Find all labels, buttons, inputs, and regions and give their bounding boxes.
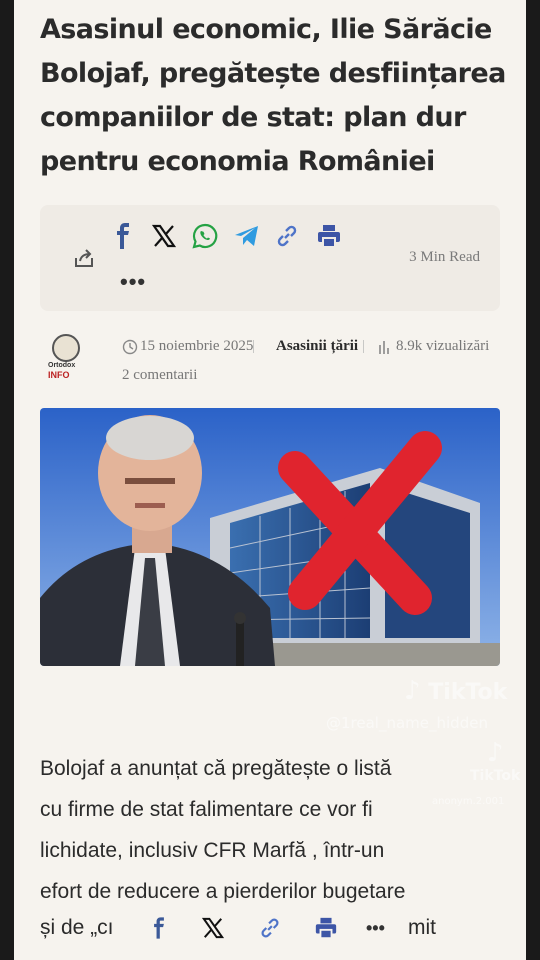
facebook-icon[interactable] [150, 916, 168, 940]
x-icon[interactable] [152, 224, 176, 248]
headline-line: companiilor de stat: plan dur [40, 102, 466, 133]
article-meta: Ortodox INFO 15 noiembrie 2025 | Asasini… [40, 330, 510, 390]
article-body: Bolojaf a anunțat că pregătește o listă … [40, 748, 510, 912]
facebook-icon[interactable] [112, 223, 134, 249]
tiktok-username: @1real_name_hidden [326, 714, 488, 732]
views-chart-icon [379, 341, 389, 354]
headline-line: pentru economia României [40, 146, 435, 177]
meta-separator: | [362, 338, 366, 354]
more-options-button[interactable]: ••• [120, 269, 146, 295]
author-link[interactable]: Asasinii țării [276, 338, 358, 355]
telegram-icon[interactable] [234, 225, 260, 247]
logo-text: Ortodox [48, 362, 76, 369]
link-icon[interactable] [258, 916, 282, 940]
tiktok-note-icon: ♪ [404, 676, 421, 706]
article-headline: Asasinul economic, Ilie Sărăcie Bolojaf,… [40, 8, 510, 184]
clock-icon [122, 339, 138, 355]
print-icon[interactable] [316, 223, 342, 249]
hero-illustration [40, 408, 500, 666]
tiktok-logo: ♪ TikTok [404, 676, 507, 706]
print-icon[interactable] [314, 916, 338, 940]
article-page: Asasinul economic, Ilie Sărăcie Bolojaf,… [14, 0, 526, 960]
tiktok-username-secondary: anonym.2.001 [432, 796, 505, 807]
headline-line: Bolojaf, pregătește desființarea [40, 58, 506, 89]
tiktok-note-icon: ♪ [486, 738, 504, 768]
whatsapp-icon[interactable] [192, 223, 218, 249]
hero-image [40, 408, 500, 666]
headline-line: Asasinul economic, Ilie Sărăcie [40, 14, 492, 45]
meta-separator: | [252, 338, 256, 354]
floating-share-bar: și de „cı ••• mit [40, 910, 510, 950]
comment-count[interactable]: 2 comentarii [122, 367, 197, 384]
link-icon[interactable] [274, 223, 300, 249]
body-line: Bolojaf a anunțat că pregătește o listă [40, 757, 392, 780]
tiktok-brand: TikTok [470, 768, 521, 784]
body-line: efort de reducere a pierderilor bugetare [40, 880, 406, 903]
share-arrow-icon[interactable] [72, 247, 96, 271]
tiktok-logo-secondary: ♪ TikTok [470, 738, 520, 784]
publish-date: 15 noiembrie 2025 [140, 338, 254, 354]
body-line-partial-end: mit [408, 916, 436, 939]
site-logo[interactable]: Ortodox INFO [48, 332, 84, 382]
share-bar: 3 Min Read ••• [40, 205, 500, 311]
more-options-button[interactable]: ••• [366, 918, 385, 939]
body-line-partial: și de „cı [40, 916, 114, 939]
logo-text-info: INFO [48, 370, 70, 380]
view-count: 8.9k vizualizări [396, 338, 490, 354]
read-time: 3 Min Read [409, 249, 480, 265]
tiktok-brand: TikTok [428, 680, 508, 705]
logo-emblem-icon [52, 334, 80, 362]
x-icon[interactable] [202, 917, 224, 939]
body-line: lichidate, inclusiv CFR Marfă , într-un [40, 839, 385, 862]
